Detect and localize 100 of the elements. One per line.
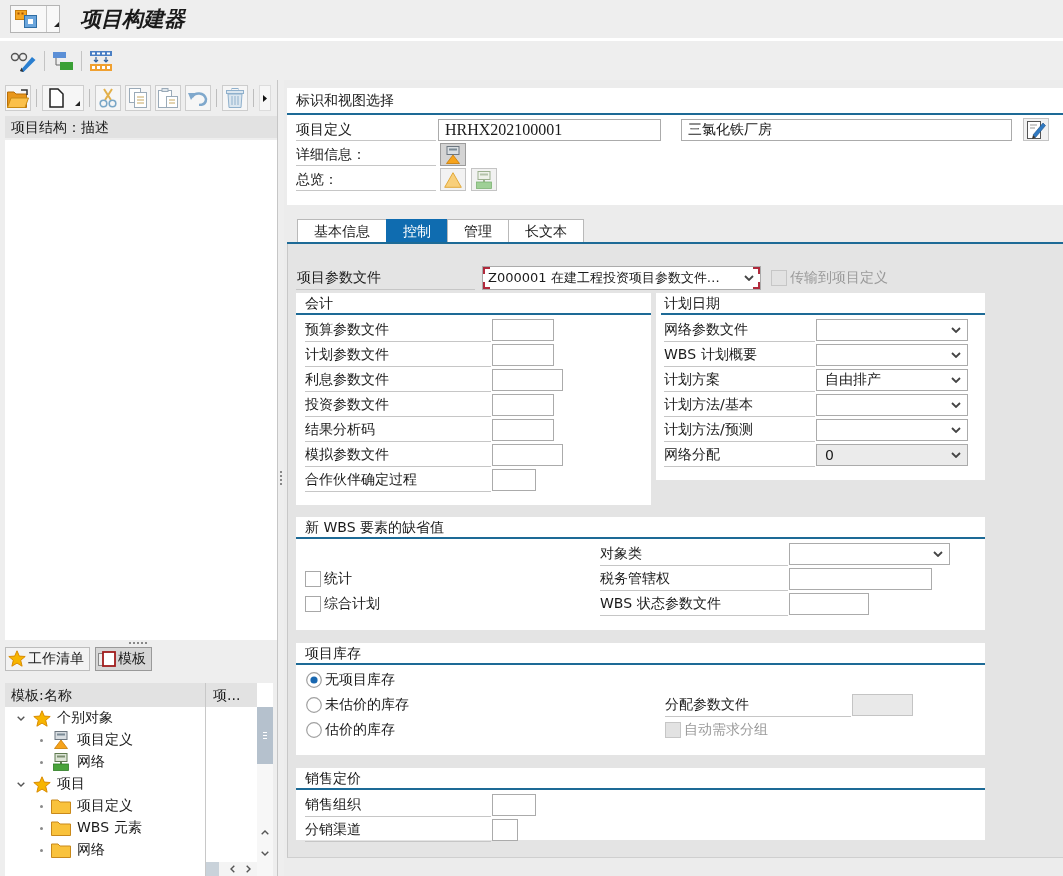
folder-icon <box>51 820 71 836</box>
tree-item[interactable]: 个别对象 <box>57 709 113 727</box>
details-button[interactable] <box>440 143 466 166</box>
document-icon <box>49 88 64 108</box>
copy-button[interactable] <box>125 85 151 111</box>
tab[interactable]: 管理 <box>447 219 509 242</box>
section-title: 新 WBS 要素的缺省值 <box>305 519 444 535</box>
radio-button[interactable] <box>306 696 322 713</box>
grid-arrows-icon[interactable] <box>90 50 112 71</box>
bullet-icon <box>40 804 43 808</box>
scrollbar-thumb[interactable] <box>257 707 273 764</box>
input-field[interactable]: HRHX202100001 <box>438 118 661 141</box>
more-button[interactable] <box>259 85 271 111</box>
input-field[interactable] <box>789 592 869 615</box>
input-field[interactable] <box>492 318 554 341</box>
chevron-left-icon[interactable] <box>230 865 235 873</box>
bullet-icon <box>40 826 43 830</box>
input-field[interactable] <box>789 567 932 590</box>
section-title: 销售定价 <box>305 770 361 786</box>
cut-button[interactable] <box>95 85 121 111</box>
tree-item[interactable]: 网络 <box>77 841 105 859</box>
field-label: 网络参数文件 <box>664 317 815 342</box>
section-title: 计划日期 <box>664 295 720 311</box>
tree-item[interactable]: WBS 元素 <box>77 819 142 837</box>
bullet-icon <box>40 760 43 764</box>
tree-item[interactable]: 网络 <box>77 753 105 771</box>
column-header: 项... <box>205 683 257 707</box>
chevron-up-icon[interactable] <box>261 830 269 835</box>
undo-icon <box>188 90 208 106</box>
edit-button[interactable] <box>1023 118 1049 141</box>
worklist-button[interactable]: 工作清单 <box>5 646 90 671</box>
bars-icon[interactable] <box>53 51 73 70</box>
input-field[interactable] <box>492 343 554 366</box>
radio-button[interactable] <box>306 721 322 738</box>
tab[interactable]: 基本信息 <box>297 219 387 242</box>
undo-button[interactable] <box>185 85 211 111</box>
chevron-down-icon <box>951 451 961 458</box>
tree-item[interactable]: 项目定义 <box>77 797 133 815</box>
dropdown[interactable] <box>816 343 968 366</box>
star-icon <box>33 775 51 793</box>
dropdown[interactable]: 自由排产 <box>816 368 968 391</box>
dropdown[interactable]: Z000001 在建工程投资项目参数文件… <box>482 266 761 290</box>
scrollbar-thumb[interactable] <box>206 862 219 876</box>
paste-icon <box>158 88 178 108</box>
checkbox[interactable] <box>305 570 321 587</box>
chevron-down-icon[interactable] <box>17 715 25 721</box>
field-label: WBS 状态参数文件 <box>600 591 788 616</box>
field-label: 销售组织 <box>305 792 491 817</box>
dropdown[interactable] <box>789 542 950 565</box>
caret-icon <box>54 22 59 27</box>
overview-button[interactable] <box>471 168 497 191</box>
triangle-right-icon <box>263 94 267 102</box>
checkbox-label: 统计 <box>324 569 352 588</box>
field-label: 计划方案 <box>664 367 815 392</box>
triangle-icon <box>444 171 462 188</box>
field-label: 结果分析码 <box>305 417 491 442</box>
overview-button[interactable] <box>440 168 466 191</box>
delete-button[interactable] <box>222 85 248 111</box>
paste-button[interactable] <box>155 85 181 111</box>
app-menu-button[interactable] <box>10 5 60 33</box>
chevron-right-icon[interactable] <box>246 865 251 873</box>
tab[interactable]: 长文本 <box>508 219 584 242</box>
dropdown[interactable] <box>816 418 968 441</box>
input-field[interactable] <box>492 793 536 816</box>
radio-button[interactable] <box>306 671 322 688</box>
field-label: 投资参数文件 <box>305 392 491 417</box>
field-label: 对象类 <box>600 541 788 566</box>
tab[interactable]: 控制 <box>386 219 448 242</box>
field-label: 项目参数文件 <box>296 266 475 290</box>
dropdown[interactable]: 0 <box>816 443 968 466</box>
input-field[interactable] <box>492 393 554 416</box>
dropdown[interactable] <box>816 318 968 341</box>
chevron-down-icon <box>933 550 943 557</box>
new-button[interactable] <box>42 85 84 111</box>
caret-icon <box>75 101 80 106</box>
column-header: 模板:名称 <box>5 683 205 707</box>
bullet-icon <box>40 738 43 742</box>
chevron-down-icon <box>951 401 961 408</box>
field-label: WBS 计划概要 <box>664 342 815 367</box>
open-button[interactable] <box>5 85 31 111</box>
chevron-down-icon[interactable] <box>261 851 269 856</box>
input-field[interactable] <box>492 418 554 441</box>
input-field[interactable] <box>492 818 518 841</box>
field-label: 利息参数文件 <box>305 367 491 392</box>
chevron-down-icon <box>744 275 754 281</box>
trash-icon <box>226 88 244 108</box>
field-label: 计划参数文件 <box>305 342 491 367</box>
input-field[interactable] <box>492 443 563 466</box>
templates-button[interactable]: 模板 <box>95 646 152 671</box>
input-field[interactable]: 三氯化铁厂房 <box>681 118 1012 141</box>
chevron-down-icon[interactable] <box>17 781 25 787</box>
checkbox[interactable] <box>305 595 321 612</box>
input-field[interactable] <box>492 368 563 391</box>
tree-item[interactable]: 项目定义 <box>77 731 133 749</box>
tree-item[interactable]: 项目 <box>57 775 85 793</box>
checkbox-label: 传输到项目定义 <box>790 269 888 287</box>
frame-icon <box>98 650 116 667</box>
input-field[interactable] <box>492 468 536 491</box>
dropdown[interactable] <box>816 393 968 416</box>
bullet-icon <box>40 848 43 852</box>
